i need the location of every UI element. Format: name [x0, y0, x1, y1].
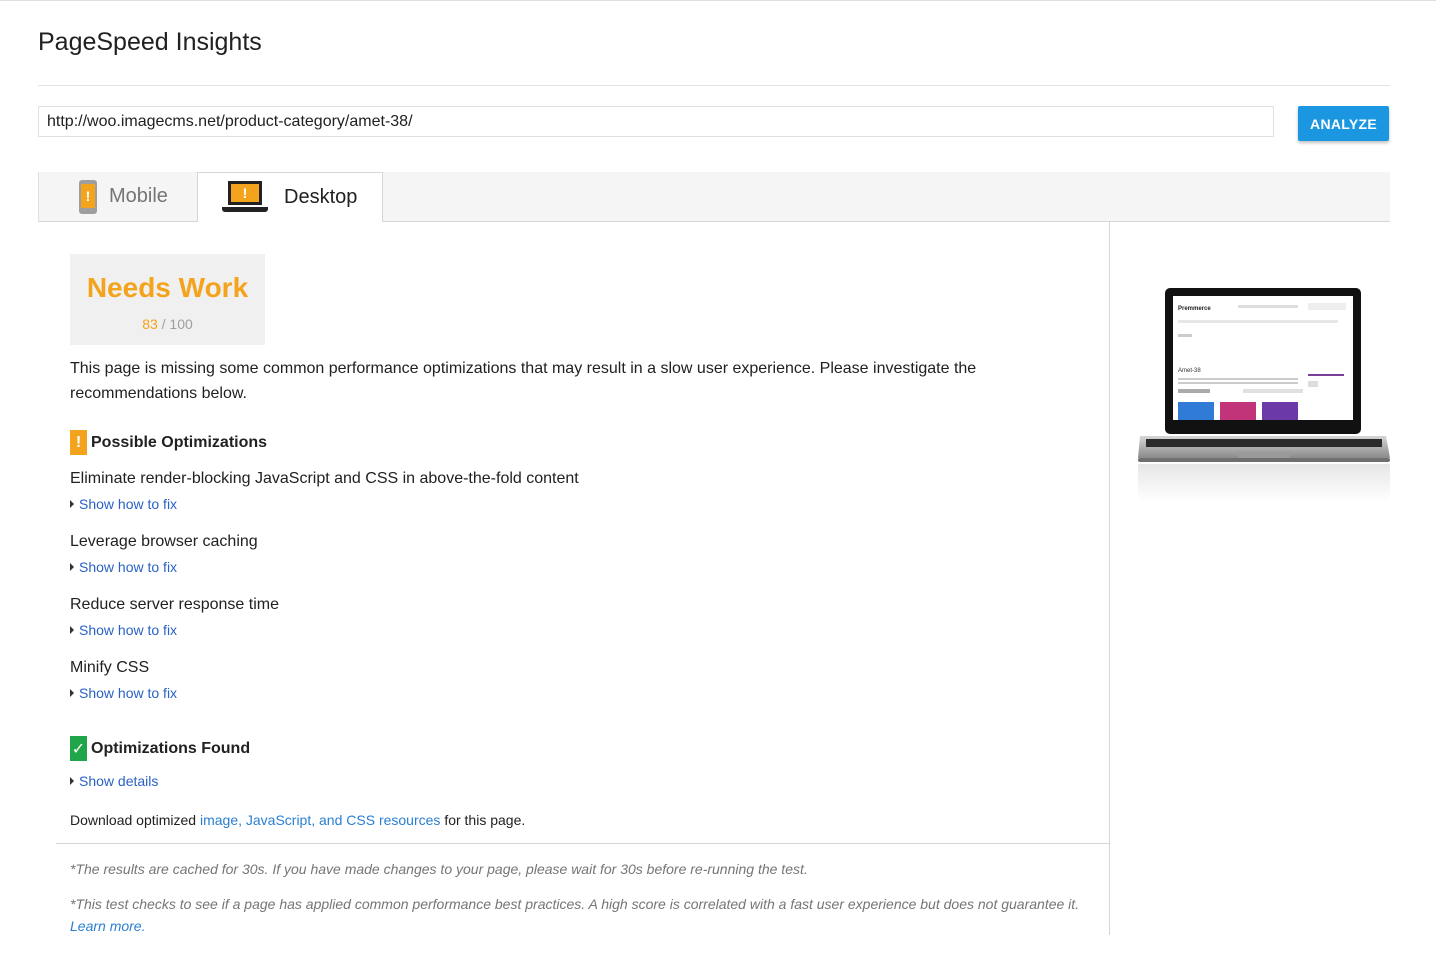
tab-mobile-label: Mobile	[109, 185, 168, 207]
score-box: Needs Work 83 / 100	[70, 254, 265, 345]
caret-right-icon	[70, 563, 74, 571]
preview-site-logo: Premmerce	[1178, 306, 1211, 312]
laptop-preview-image: Premmerce Amet-38	[1138, 288, 1390, 502]
learn-more-link[interactable]: Learn more.	[70, 918, 145, 934]
show-how-to-fix-link[interactable]: Show how to fix	[70, 496, 177, 512]
download-resources-link[interactable]: image, JavaScript, and CSS resources	[200, 812, 440, 828]
caret-right-icon	[70, 689, 74, 697]
summary-text: This page is missing some common perform…	[70, 360, 977, 402]
caret-right-icon	[70, 626, 74, 634]
mobile-phone-warning-icon: !	[79, 179, 97, 214]
cache-note: *The results are cached for 30s. If you …	[70, 861, 808, 877]
top-border	[0, 0, 1436, 1]
caret-right-icon	[70, 777, 74, 785]
warning-icon: !	[70, 430, 87, 455]
device-tabs: ! Mobile ! Desktop	[38, 172, 1390, 222]
tab-desktop[interactable]: ! Desktop	[197, 172, 383, 222]
optimizations-found-header: ✓ Optimizations Found	[70, 736, 250, 761]
preview-page-heading: Amet-38	[1178, 368, 1201, 374]
optimizations-found-title: Optimizations Found	[91, 739, 251, 757]
rule-title: Eliminate render-blocking JavaScript and…	[70, 470, 579, 487]
download-line: Download optimized image, JavaScript, an…	[70, 812, 526, 828]
show-how-to-fix-link[interactable]: Show how to fix	[70, 685, 177, 701]
caret-right-icon	[70, 500, 74, 508]
test-note: *This test checks to see if a page has a…	[70, 896, 1080, 934]
score-value: 83	[142, 316, 158, 332]
show-how-to-fix-link[interactable]: Show how to fix	[70, 559, 177, 575]
score-max: / 100	[161, 316, 193, 332]
content-divider	[1109, 222, 1110, 935]
desktop-screenshot-preview: Premmerce Amet-38	[1138, 286, 1390, 506]
tab-desktop-label: Desktop	[284, 186, 358, 208]
app-title: PageSpeed Insights	[38, 28, 262, 56]
title-divider	[38, 85, 1390, 86]
analyze-button[interactable]: ANALYZE	[1298, 106, 1389, 141]
score-label: Needs Work	[86, 272, 249, 303]
laptop-warning-icon: !	[222, 180, 268, 215]
score-line: 83 / 100	[70, 316, 265, 332]
show-details-link[interactable]: Show details	[70, 773, 158, 789]
url-input[interactable]	[38, 106, 1274, 137]
show-how-to-fix-link[interactable]: Show how to fix	[70, 622, 177, 638]
checkmark-icon: ✓	[70, 736, 87, 761]
possible-optimizations-header: ! Possible Optimizations	[70, 430, 267, 455]
rule-title: Reduce server response time	[70, 596, 279, 613]
tab-mobile[interactable]: ! Mobile	[38, 172, 197, 221]
possible-optimizations-title: Possible Optimizations	[91, 433, 268, 451]
rule-title: Minify CSS	[70, 659, 150, 676]
rule-title: Leverage browser caching	[70, 533, 258, 550]
notes-divider	[56, 843, 1109, 844]
